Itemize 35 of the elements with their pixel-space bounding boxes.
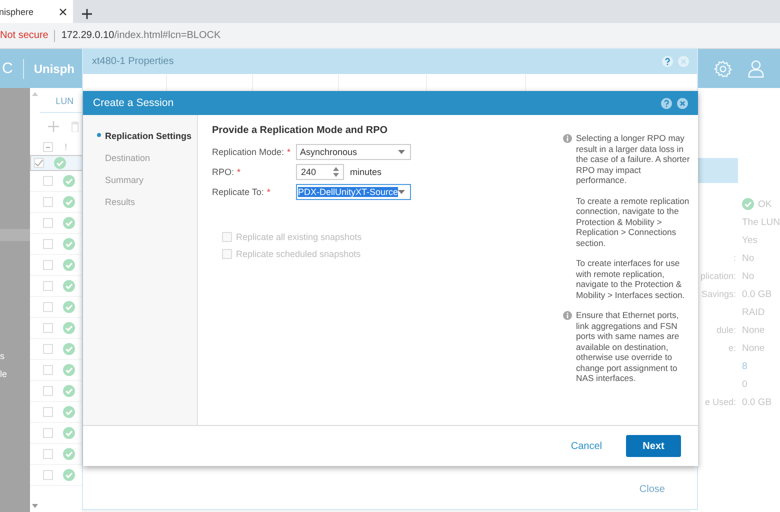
detail-value: Yes [742, 234, 758, 246]
detail-label: : [733, 253, 736, 263]
security-label: Not secure [0, 30, 48, 41]
required-mark: * [266, 187, 270, 197]
field-label: RPO: [212, 167, 234, 177]
detail-value: None [742, 324, 765, 336]
detail-label: Savings: [701, 289, 736, 299]
detail-value: 0.0 GB [742, 288, 772, 300]
required-mark: * [237, 167, 241, 177]
info-text: Ensure that Ethernet ports, link aggregations and FSN ports with same names are available on destination, otherwise use override to change port assignment to NAS interfaces. [576, 310, 680, 384]
unit-label: minutes [350, 167, 382, 177]
detail-value: The LUN [742, 216, 780, 228]
detail-label: plication: [700, 271, 736, 281]
info-text: Selecting a longer RPO may result in a larger data loss in the case of a failure. A shorter RPO may impact performance. [576, 133, 690, 186]
detail-label: dule: [716, 325, 736, 335]
detail-value: None [742, 342, 765, 354]
detail-value: 0.0 GB [742, 396, 772, 408]
dialog-title: Create a Session [93, 97, 174, 109]
info-text: To create interfaces for use with remote replication, navigate to the Protection & Mobility > Interfaces section. [576, 258, 686, 300]
required-mark: * [287, 147, 291, 157]
detail-label: e Used: [704, 397, 736, 407]
info-text: To create a remote replication connection, navigate to the Protection & Mobility > Replication > Connections section. [576, 196, 690, 248]
status-column-header: ! [64, 142, 68, 152]
app-logo: C [0, 58, 24, 78]
detail-value: 0 [742, 378, 748, 390]
dialog-title: xt480-1 Properties [92, 56, 174, 67]
app-title: Unisph [34, 62, 75, 76]
field-label: Replication Mode: [212, 147, 284, 157]
detail-label: e: [728, 343, 736, 353]
detail-value: RAID [742, 306, 765, 318]
detail-value: OK [758, 198, 772, 210]
section-heading: Provide a Replication Mode and RPO [212, 125, 389, 136]
field-label: Replicate To: [212, 187, 264, 197]
detail-value: No [742, 252, 754, 264]
detail-value: No [742, 270, 754, 282]
